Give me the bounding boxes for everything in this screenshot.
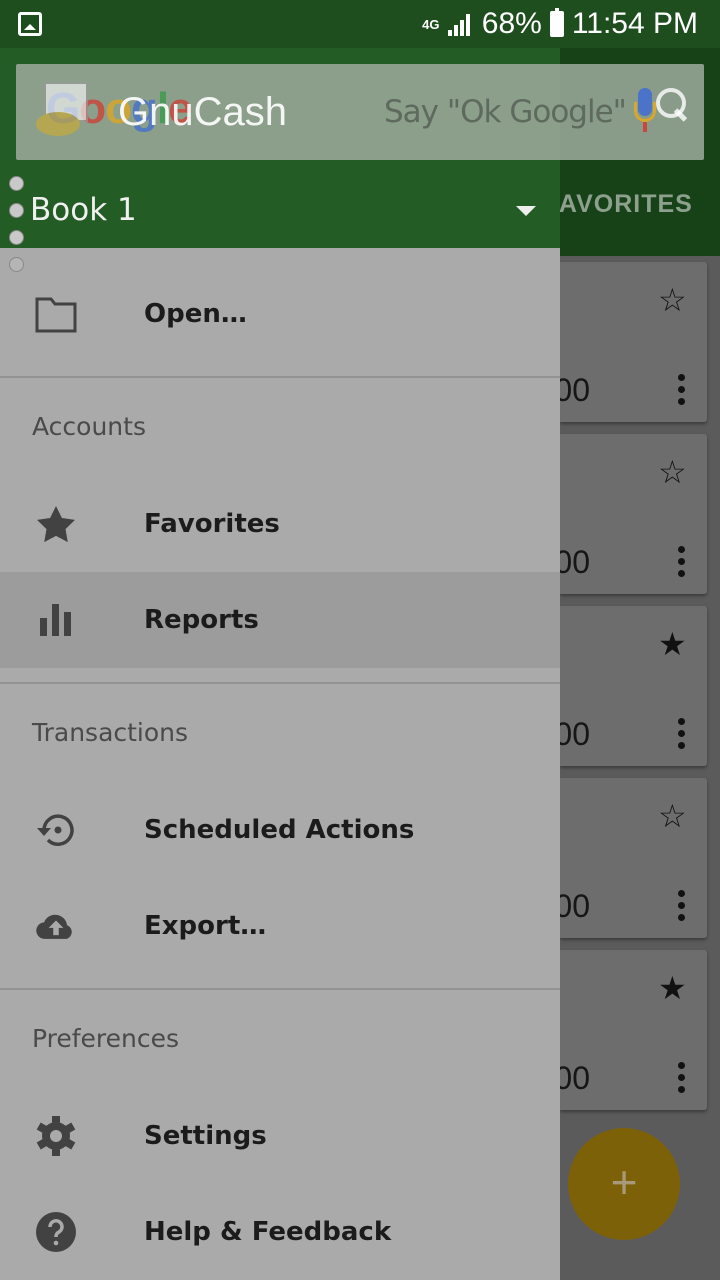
drawer-item-label: Export… <box>144 911 267 941</box>
drawer-item-help[interactable]: Help & Feedback <box>0 1184 560 1280</box>
battery-icon <box>549 8 564 37</box>
more-vert-icon[interactable] <box>678 890 686 926</box>
mic-icon[interactable] <box>634 88 656 134</box>
history-icon <box>37 814 74 846</box>
status-icons: 4G 68% 11:54 PM <box>422 6 698 42</box>
section-header-transactions: Transactions <box>32 718 189 747</box>
divider <box>0 988 560 990</box>
bar-chart-icon <box>40 604 71 636</box>
account-list: ☆ 00 ☆ 00 ★ 00 ☆ 00 ★ 00 <box>560 256 720 1280</box>
signal-icon <box>447 12 474 36</box>
folder-icon <box>35 297 77 333</box>
account-card[interactable]: ☆ 00 <box>560 778 707 938</box>
star-icon <box>37 506 75 543</box>
help-icon <box>36 1212 76 1252</box>
account-balance: 00 <box>560 1060 590 1096</box>
book-name[interactable]: Book 1 <box>30 192 137 228</box>
gallery-notification-icon <box>18 12 42 36</box>
search-icon[interactable] <box>656 88 692 124</box>
network-type: 4G <box>422 16 440 32</box>
account-card[interactable]: ★ 00 <box>560 606 707 766</box>
app-logo-icon <box>36 82 90 140</box>
account-balance: 00 <box>560 372 590 408</box>
drawer-item-label: Open… <box>144 299 247 329</box>
app-title: GnuCash <box>118 90 287 134</box>
more-vert-icon[interactable] <box>678 1062 686 1098</box>
more-vert-icon[interactable] <box>678 546 686 582</box>
navigation-drawer: Book 1 Open… Accounts Favorites Reports … <box>0 48 560 1280</box>
star-filled-icon[interactable]: ★ <box>658 972 687 1004</box>
gear-icon <box>36 1116 76 1156</box>
clock: 11:54 PM <box>571 7 698 40</box>
star-outline-icon[interactable]: ☆ <box>658 800 687 832</box>
search-hint: Say "Ok Google" <box>384 94 627 130</box>
divider <box>0 376 560 378</box>
drawer-item-reports[interactable]: Reports <box>0 572 560 668</box>
star-outline-icon[interactable]: ☆ <box>658 284 687 316</box>
drawer-item-label: Scheduled Actions <box>144 815 415 845</box>
tab-favorites[interactable]: FAVORITES <box>560 190 700 219</box>
more-vert-icon[interactable] <box>678 718 686 754</box>
section-header-accounts: Accounts <box>32 412 146 441</box>
add-account-fab[interactable]: + <box>568 1128 680 1240</box>
star-outline-icon[interactable]: ☆ <box>658 456 687 488</box>
star-filled-icon[interactable]: ★ <box>658 628 687 660</box>
drawer-item-export[interactable]: Export… <box>0 878 560 974</box>
section-header-preferences: Preferences <box>32 1024 180 1053</box>
drawer-item-favorites[interactable]: Favorites <box>0 476 560 572</box>
cloud-upload-icon <box>36 914 72 939</box>
drawer-item-label: Settings <box>144 1121 267 1151</box>
account-balance: 00 <box>560 544 590 580</box>
account-card[interactable]: ☆ 00 <box>560 262 707 422</box>
drawer-item-settings[interactable]: Settings <box>0 1088 560 1184</box>
account-card[interactable]: ☆ 00 <box>560 434 707 594</box>
status-bar: 4G 68% 11:54 PM <box>0 0 720 48</box>
drawer-item-label: Reports <box>144 605 259 635</box>
battery-percent: 68% <box>481 7 542 40</box>
more-vert-icon[interactable] <box>678 374 686 410</box>
drawer-item-scheduled-actions[interactable]: Scheduled Actions <box>0 782 560 878</box>
account-balance: 00 <box>560 716 590 752</box>
drawer-item-open[interactable]: Open… <box>0 266 560 362</box>
drawer-item-label: Help & Feedback <box>144 1217 392 1247</box>
divider <box>0 682 560 684</box>
drawer-item-label: Favorites <box>144 509 280 539</box>
book-dropdown-icon[interactable] <box>516 206 536 216</box>
account-balance: 00 <box>560 888 590 924</box>
account-card[interactable]: ★ 00 <box>560 950 707 1110</box>
